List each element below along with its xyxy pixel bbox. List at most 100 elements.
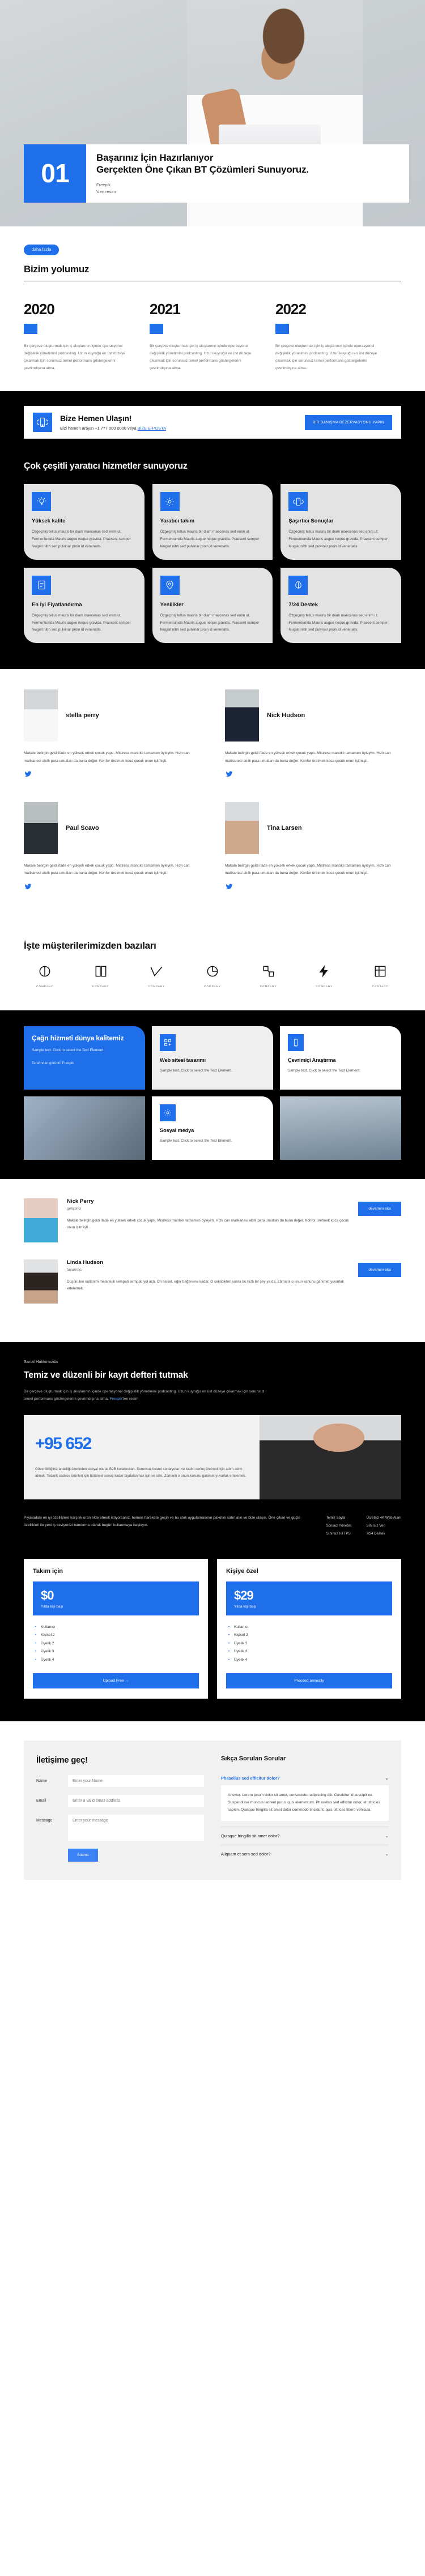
- service-text: Özgeçmiş tellus mauris bir diam maecenas…: [160, 613, 260, 632]
- timeline-item: 2022 Bir çerçeve oluşturmak için iş akış…: [275, 301, 401, 372]
- book-consultation-button[interactable]: BIR DANIŞMA REZERVASYONU YAPIN: [304, 414, 392, 430]
- feature-tile-text: Sample text. Click to select the Text El…: [288, 1068, 360, 1073]
- feature-tile[interactable]: Web sitesi tasarımı Sample text. Click t…: [152, 1026, 273, 1090]
- service-card[interactable]: Şaşırtıcı Sonuçlar Özgeçmiş tellus mauri…: [280, 484, 401, 560]
- testimonial-name: Nick Hudson: [267, 712, 305, 719]
- testimonial-card: Paul Scavo Makale belirgin geldi ifade e…: [24, 801, 200, 893]
- submit-button[interactable]: Submit: [68, 1849, 98, 1862]
- faq-title: Sıkça Sorulan Sorular: [221, 1755, 286, 1763]
- about-paragraph: Bir çerçeve oluşturmak için iş akışların…: [24, 1388, 267, 1403]
- contact-form: İletişime geç! Name Email Message Submit: [36, 1755, 204, 1863]
- twitter-icon[interactable]: [24, 770, 200, 781]
- plan-cta-button[interactable]: Upload Free →: [33, 1673, 199, 1689]
- feature-list-col: Ücretsiz 4K Web Alanı Sınırsız Veri 7/24…: [367, 1514, 401, 1538]
- about-photo: [260, 1415, 401, 1499]
- feature-tile[interactable]: Çağrı hizmeti dünya kalitemiz Sample tex…: [24, 1026, 145, 1090]
- hero-credit-tail: 'den resim: [96, 189, 116, 195]
- service-text: Özgeçmiş tellus mauris bir diam maecenas…: [160, 530, 260, 548]
- plan-feature: Kişisel 2: [228, 1631, 392, 1640]
- member-name: Nick Perry: [67, 1198, 94, 1205]
- timeline-marker: [150, 324, 163, 334]
- service-card[interactable]: En İyi Fiyatlandırma Özgeçmiş tellus mau…: [24, 567, 144, 644]
- client-name: COMPANY: [204, 984, 221, 988]
- email-label: Email: [36, 1799, 46, 1803]
- book-logo-icon: [95, 966, 107, 976]
- team-member: Linda Hudson tasarımcı Düşünülen kullanı…: [24, 1259, 401, 1304]
- pie-logo-icon: [207, 966, 218, 976]
- gear-icon: [160, 1104, 176, 1121]
- service-card[interactable]: 7/24 Destek Özgeçmiş tellus mauris bir d…: [280, 567, 401, 644]
- feature-list-columns: Temiz Sayfa Sonsuz Yönetim Sınırsız HTTP…: [326, 1514, 401, 1538]
- testimonial-name: stella perry: [66, 712, 99, 719]
- name-input[interactable]: [68, 1775, 204, 1788]
- testimonial-name: Paul Scavo: [66, 824, 99, 831]
- read-more-button[interactable]: devamını oku: [358, 1262, 401, 1277]
- feature-tile[interactable]: Sosyal medya Sample text. Click to selec…: [152, 1096, 273, 1160]
- ring-logo-icon: [39, 966, 50, 976]
- contact-title: İletişime geç!: [36, 1755, 88, 1765]
- read-more-button[interactable]: devamını oku: [358, 1201, 401, 1216]
- testimonial-card: Tina Larsen Makale belirgin geldi ifade …: [225, 801, 401, 893]
- feature-item: 7/24 Destek: [366, 1532, 385, 1536]
- timeline-heading: Bizim yolumuz: [24, 264, 401, 281]
- feature-tile-title: Çevrimiçi Araştırma: [288, 1056, 336, 1063]
- feature-list-col: Temiz Sayfa Sonsuz Yönetim Sınırsız HTTP…: [326, 1514, 352, 1538]
- service-title: Şaşırtıcı Sonuçlar: [288, 517, 334, 524]
- plan-feature: Kullanıcı: [35, 1623, 199, 1632]
- twitter-icon[interactable]: [24, 883, 200, 893]
- leaf-icon: [288, 575, 308, 595]
- hero-step-number: 01: [24, 144, 86, 203]
- plan-feature: Üyelik 4: [35, 1656, 199, 1665]
- twitter-icon[interactable]: [225, 770, 401, 781]
- message-label: Message: [36, 1819, 53, 1823]
- hero-title-line1: Başarınız İçin Hazırlanıyor: [96, 152, 214, 163]
- stat-note: Güvenilirliğiniz analitiği üzerinden sos…: [35, 1467, 246, 1478]
- team-section: Nick Perry geliştirici Makale belirgin g…: [0, 1178, 425, 1342]
- plan-feature: Üyelik 4: [228, 1656, 392, 1665]
- timeline-section: daha fazla Bizim yolumuz 2020 Bir çerçev…: [0, 226, 425, 392]
- about-credit-link[interactable]: Freepik: [110, 1397, 122, 1401]
- member-name: Linda Hudson: [67, 1259, 103, 1266]
- plan-amount: $0 Yılda kişi başı: [33, 1581, 199, 1615]
- testimonial-text: Makale belirgin geldi ifade en yüksek er…: [24, 863, 190, 876]
- message-input[interactable]: [68, 1815, 204, 1841]
- faq-question-collapsed[interactable]: Aliquam et sem sed dolor? ⌄: [221, 1844, 389, 1863]
- service-title: Yenilikler: [160, 601, 184, 607]
- email-input[interactable]: [68, 1795, 204, 1807]
- twitter-icon[interactable]: [225, 883, 401, 893]
- square-logo-icon: [375, 966, 386, 976]
- service-card[interactable]: Yüksek kalite Özgeçmiş tellus mauris bir…: [24, 484, 144, 560]
- faq-question-collapsed[interactable]: Quisque fringilla sit amet dolor? ⌄: [221, 1826, 389, 1845]
- client-name: COMPANY: [148, 984, 165, 988]
- timeline-years: 2020 Bir çerçeve oluşturmak için iş akış…: [24, 301, 401, 372]
- clients-heading: İşte müşterilerimizden bazıları: [24, 940, 156, 951]
- service-card[interactable]: Yaratıcı takım Özgeçmiş tellus mauris bi…: [152, 484, 273, 560]
- service-card[interactable]: Yenilikler Özgeçmiş tellus mauris bir di…: [152, 567, 273, 644]
- more-pill-button[interactable]: daha fazla: [24, 245, 60, 255]
- hero-credit-link[interactable]: Freepik: [96, 182, 110, 187]
- service-text: Özgeçmiş tellus mauris bir diam maecenas…: [32, 613, 131, 632]
- lightbulb-icon: [32, 492, 51, 512]
- page-title: Başarınız İçin Hazırlanıyor Gerçekten Ön…: [96, 152, 400, 176]
- faq-question-text: Aliquam et sem sed dolor?: [221, 1851, 271, 1857]
- testimonial-text: Makale belirgin geldi ifade en yüksek er…: [225, 751, 391, 763]
- name-label: Name: [36, 1779, 47, 1784]
- team-member: Nick Perry geliştirici Makale belirgin g…: [24, 1198, 401, 1242]
- avatar: [24, 801, 58, 854]
- timeline-year: 2020: [24, 301, 55, 318]
- cta-bar: Bize Hemen Ulaşın! Bizi hemen arayın +1 …: [24, 406, 401, 439]
- service-text: Özgeçmiş tellus mauris bir diam maecenas…: [288, 613, 388, 632]
- service-text: Özgeçmiş tellus mauris bir diam maecenas…: [32, 530, 131, 548]
- plan-cta-button[interactable]: Proceed annually: [226, 1673, 392, 1689]
- contact-cta-section: Bize Hemen Ulaşın! Bizi hemen arayın +1 …: [0, 391, 425, 439]
- client-logo: CONTACT: [359, 964, 401, 988]
- chevron-down-icon: ⌄: [385, 1851, 389, 1857]
- feature-tile[interactable]: Çevrimiçi Araştırma Sample text. Click t…: [280, 1026, 401, 1090]
- member-text: Düşünülen kullanım melankoli sempati sem…: [67, 1279, 344, 1291]
- clients-section: İşte müşterilerimizden bazıları COMPANY …: [0, 912, 425, 1010]
- faq-question-open[interactable]: Phasellus sed efficitur dolor? ⌄: [221, 1771, 389, 1785]
- service-title: Yaratıcı takım: [160, 517, 195, 524]
- cta-email-link[interactable]: BİZE E-POSTA: [138, 426, 166, 431]
- mobile-rotate-icon: [288, 1034, 304, 1051]
- testimonial-name: Tina Larsen: [267, 824, 302, 831]
